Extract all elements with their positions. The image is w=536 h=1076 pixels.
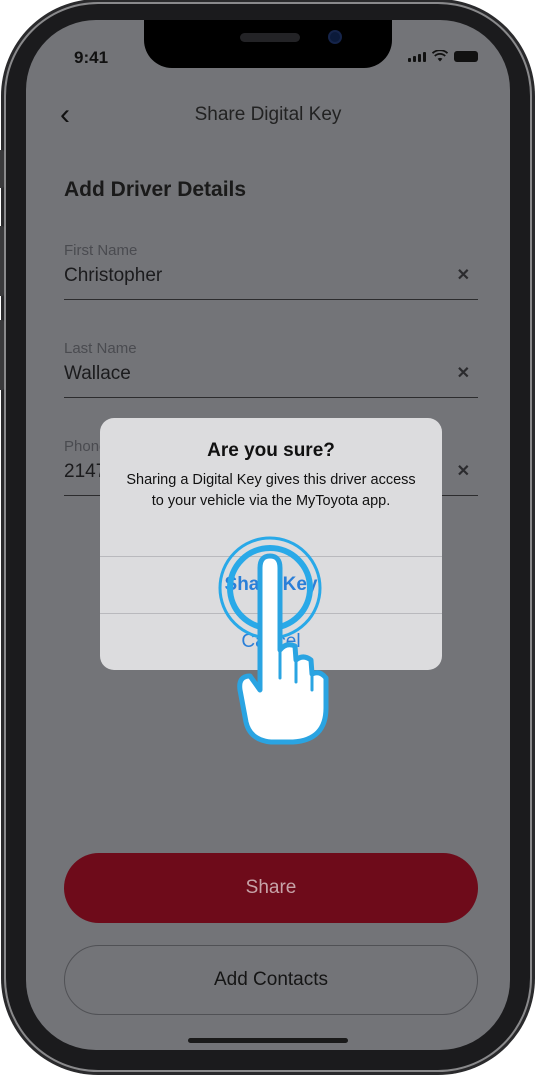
status-icons (408, 50, 478, 62)
phone-screen: 9:41 ‹ Share Digital Key Add Driver Deta… (26, 20, 510, 1050)
dialog-title: Are you sure? (207, 440, 335, 461)
mute-switch (0, 150, 4, 188)
last-name-label: Last Name (64, 340, 137, 357)
cancel-button[interactable]: Cancel (100, 614, 442, 670)
clear-icon[interactable]: ✕ (457, 461, 470, 481)
dialog-message: Sharing a Digital Key gives this driver … (126, 472, 416, 509)
last-name-field[interactable]: Last Name Wallace ✕ (64, 340, 478, 398)
last-name-value[interactable]: Wallace (64, 363, 478, 397)
clear-icon[interactable]: ✕ (457, 363, 470, 383)
share-key-button[interactable]: Share Key (100, 557, 442, 613)
clear-icon[interactable]: ✕ (457, 265, 470, 285)
volume-up-button (0, 226, 4, 296)
first-name-label: First Name (64, 242, 138, 259)
home-indicator (188, 1038, 348, 1043)
status-time: 9:41 (74, 48, 109, 67)
cellular-signal-icon (408, 52, 426, 62)
add-contacts-button[interactable]: Add Contacts (64, 945, 478, 1015)
front-camera (330, 32, 340, 42)
page-title: Share Digital Key (194, 104, 342, 125)
share-button[interactable]: Share (64, 853, 478, 923)
confirm-dialog: Are you sure? Sharing a Digital Key give… (100, 418, 442, 670)
first-name-field[interactable]: First Name Christopher ✕ (64, 242, 478, 300)
wifi-icon (432, 50, 448, 62)
volume-down-button (0, 320, 4, 390)
battery-icon (454, 51, 478, 62)
speaker-grille (240, 33, 300, 42)
notch (144, 20, 392, 68)
section-title: Add Driver Details (64, 178, 247, 201)
first-name-value[interactable]: Christopher (64, 265, 478, 299)
